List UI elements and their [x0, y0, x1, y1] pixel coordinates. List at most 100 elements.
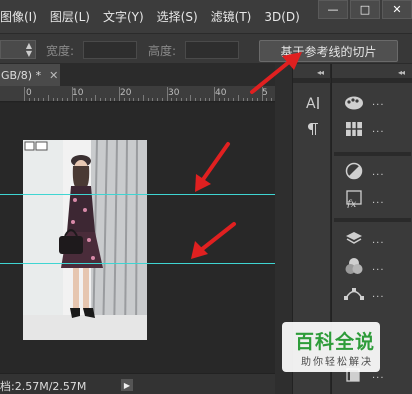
- menu-3d[interactable]: 3D(D): [264, 10, 299, 24]
- menu-bar: 图像(I) 图层(L) 文字(Y) 选择(S) 滤镜(T) 3D(D) — □ …: [0, 0, 412, 33]
- menu-filter[interactable]: 滤镜(T): [211, 8, 252, 25]
- styles-fx-icon[interactable]: fx: [344, 190, 364, 208]
- ruler-tick: [66, 98, 68, 101]
- width-field[interactable]: [83, 41, 137, 59]
- svg-text:A: A: [306, 96, 316, 111]
- document-tab[interactable]: GB/8) * ✕: [0, 64, 60, 86]
- ruler-tick: [271, 98, 272, 101]
- ruler-label: 10: [72, 88, 84, 98]
- ruler-tick: [161, 98, 163, 101]
- panel-header-bar: [293, 78, 331, 83]
- ruler-tick: [195, 98, 196, 101]
- ruler-tick: [133, 98, 135, 101]
- panel-menu-dots[interactable]: ...: [372, 124, 385, 135]
- menu-layer[interactable]: 图层(L): [50, 8, 90, 25]
- ruler-tick: [252, 98, 253, 101]
- ruler-label: 20: [120, 88, 132, 98]
- ruler-tick: [95, 95, 97, 101]
- ruler-tick: [43, 98, 44, 101]
- ruler-tick: [71, 87, 73, 101]
- paths-icon[interactable]: [344, 284, 364, 302]
- ruler-tick: [228, 98, 230, 101]
- guide-line-top[interactable]: [0, 194, 275, 195]
- panel-menu-dots[interactable]: ...: [372, 97, 385, 108]
- dropdown-arrows-icon: ▲ ▼: [25, 41, 32, 58]
- ruler-tick: [52, 98, 54, 101]
- ruler-tick: [81, 98, 82, 101]
- ruler-tick: [176, 98, 177, 101]
- close-button[interactable]: ✕: [382, 0, 412, 19]
- ruler-tick: [28, 98, 30, 101]
- ruler-tick: [223, 98, 225, 101]
- ruler-tick: [247, 98, 249, 101]
- ruler-tick: [104, 98, 106, 101]
- maximize-button[interactable]: □: [350, 0, 380, 19]
- collapse-icon[interactable]: ◂◂: [398, 68, 405, 77]
- ruler-tick: [218, 98, 220, 101]
- ruler-tick: [152, 98, 154, 101]
- ruler-tick: [24, 87, 25, 101]
- ruler-tick: [100, 98, 101, 101]
- panel-menu-dots[interactable]: ...: [372, 289, 385, 300]
- ruler-tick: [142, 95, 144, 101]
- ruler-label: 40: [215, 88, 227, 98]
- status-menu-arrow-icon[interactable]: ▶: [121, 379, 133, 391]
- color-palette-icon[interactable]: [344, 93, 364, 111]
- collapse-icon[interactable]: ◂◂: [317, 68, 324, 77]
- watermark-title: 百科全说: [295, 331, 376, 353]
- panel-menu-dots[interactable]: ...: [372, 235, 385, 246]
- menu-select[interactable]: 选择(S): [157, 8, 198, 25]
- ruler-tick: [114, 98, 116, 101]
- layers-icon[interactable]: [344, 230, 364, 248]
- channels-icon[interactable]: [344, 257, 364, 275]
- ruler-tick: [242, 98, 244, 101]
- style-dropdown[interactable]: ▲ ▼: [0, 40, 36, 59]
- swatches-grid-icon[interactable]: [344, 120, 364, 138]
- document-size-status: 档:2.57M/2.57M: [0, 380, 87, 393]
- panel-header-bar: [332, 78, 412, 83]
- width-label: 宽度:: [46, 44, 75, 58]
- panel-separator: [334, 152, 411, 156]
- ruler-tick: [128, 98, 130, 101]
- ruler-tick: [57, 98, 59, 101]
- ruler-tick: [171, 98, 173, 101]
- paragraph-panel-icon[interactable]: [303, 120, 323, 138]
- watermark-subtitle: 助你轻松解决: [301, 357, 373, 368]
- slices-from-guides-button[interactable]: 基于参考线的切片: [259, 40, 398, 62]
- panel-menu-dots[interactable]: ...: [372, 167, 385, 178]
- adjustments-icon[interactable]: [344, 162, 364, 180]
- document-tab-row: GB/8) * ✕: [0, 64, 292, 86]
- minimize-button[interactable]: —: [318, 0, 348, 19]
- character-panel-icon[interactable]: A: [303, 94, 323, 112]
- panel-menu-dots[interactable]: ...: [372, 195, 385, 206]
- photo-illustration: [23, 140, 147, 340]
- ruler-tick: [85, 98, 87, 101]
- height-field[interactable]: [185, 41, 239, 59]
- ruler-tick: [33, 98, 35, 101]
- ruler-tick: [62, 98, 63, 101]
- ruler-tick: [166, 87, 168, 101]
- ruler-tick: [261, 87, 263, 101]
- ruler-tick: [204, 98, 206, 101]
- menu-type[interactable]: 文字(Y): [103, 8, 144, 25]
- tab-close-icon[interactable]: ✕: [49, 69, 58, 82]
- ruler-tick: [76, 98, 78, 101]
- panel-separator: [334, 218, 411, 222]
- document-tab-label: GB/8) *: [1, 68, 42, 82]
- ruler-tick: [199, 98, 201, 101]
- panel-menu-dots[interactable]: ...: [372, 262, 385, 273]
- svg-text:fx: fx: [346, 199, 357, 208]
- ruler-label: 5: [262, 88, 268, 98]
- ruler-tick: [109, 98, 111, 101]
- ruler-tick: [123, 98, 125, 101]
- guide-line-bottom[interactable]: [0, 263, 275, 264]
- canvas-area[interactable]: [0, 103, 275, 373]
- menu-image[interactable]: 图像(I): [0, 8, 37, 25]
- window-controls: — □ ✕: [316, 0, 412, 20]
- ruler-tick: [38, 98, 40, 101]
- ruler-tick: [256, 98, 258, 101]
- status-bar: 档:2.57M/2.57M ▶: [0, 373, 275, 394]
- ruler-tick: [47, 95, 49, 101]
- horizontal-ruler: 0 10 20 30 40 5: [0, 86, 275, 102]
- ruler-tick: [214, 87, 215, 101]
